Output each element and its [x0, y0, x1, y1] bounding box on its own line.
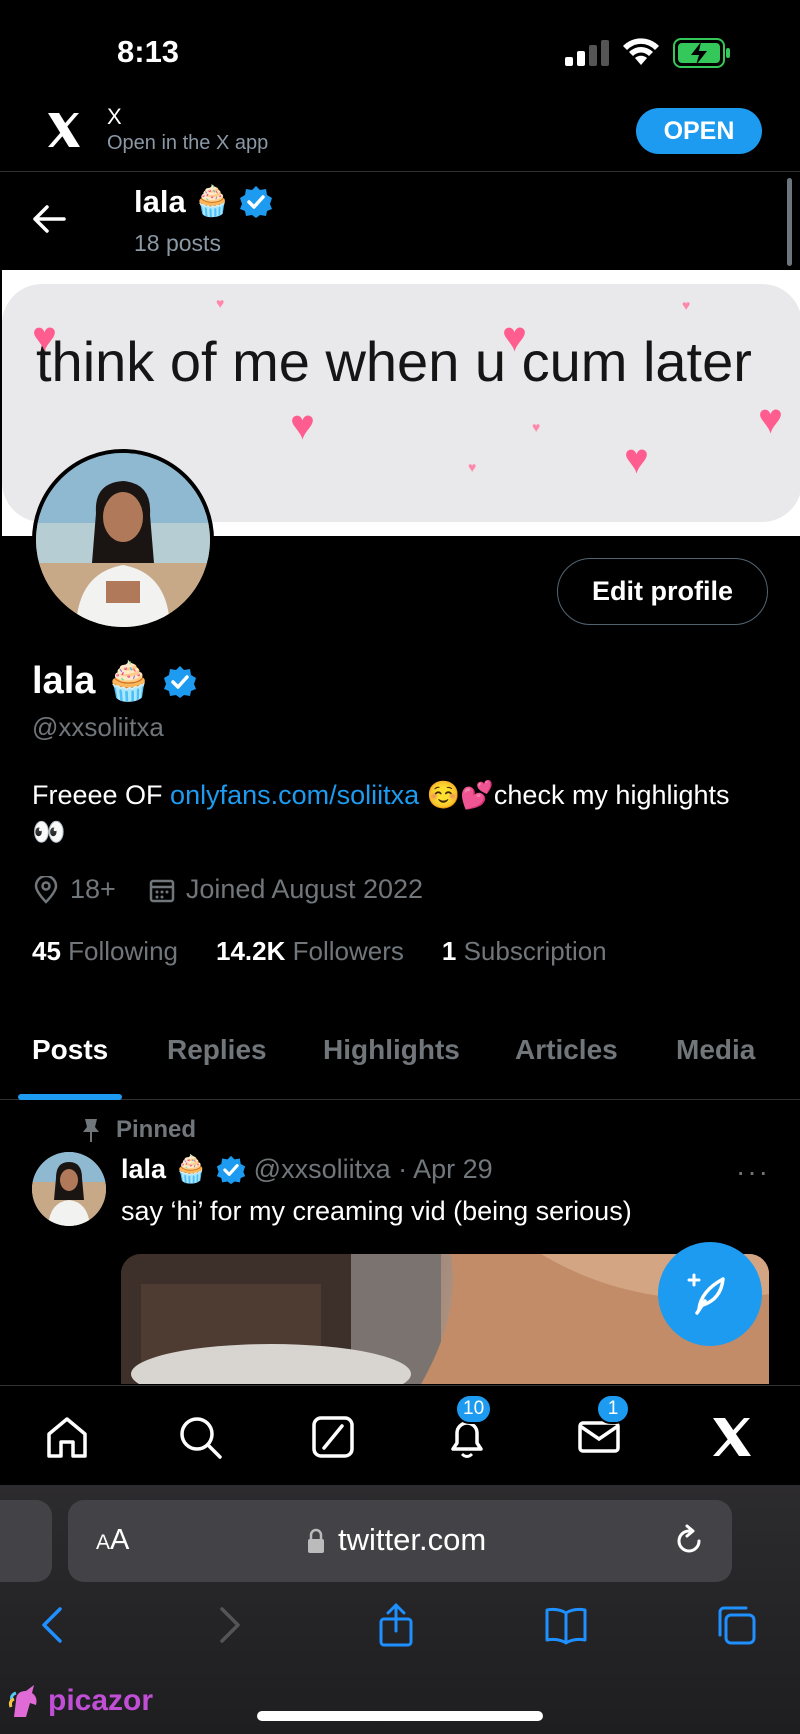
- profile-joined-date: Joined August 2022: [185, 874, 424, 904]
- profile-top-bar: lala 🧁 18 posts: [0, 172, 800, 270]
- tab-replies[interactable]: Replies: [167, 1034, 267, 1066]
- heart-icon: ♥: [682, 297, 691, 313]
- header-name-row: lala 🧁: [134, 184, 273, 220]
- x-premium-icon[interactable]: [709, 1414, 755, 1460]
- bio-text: check my highlights: [493, 780, 730, 810]
- location-pin-icon: [34, 875, 58, 904]
- post-more-options-icon[interactable]: ···: [736, 1156, 770, 1188]
- battery-charging-icon: [673, 38, 730, 68]
- open-app-button[interactable]: OPEN: [636, 108, 762, 154]
- post-author-avatar[interactable]: [32, 1152, 106, 1226]
- home-icon[interactable]: [44, 1414, 90, 1460]
- reader-settings-button[interactable]: AA: [96, 1524, 129, 1557]
- back-chevron-icon[interactable]: [32, 1603, 76, 1647]
- reload-icon[interactable]: [672, 1524, 706, 1558]
- edit-profile-button[interactable]: Edit profile: [557, 558, 768, 625]
- back-arrow-icon[interactable]: [32, 204, 66, 234]
- verified-badge-icon[interactable]: [163, 665, 197, 699]
- compose-post-button[interactable]: [658, 1242, 762, 1346]
- tab-posts[interactable]: Posts: [32, 1034, 108, 1066]
- home-indicator[interactable]: [257, 1711, 543, 1721]
- profile-location: 18+: [70, 874, 116, 904]
- subscriptions-link[interactable]: 1 Subscription: [442, 936, 607, 967]
- verified-badge-icon: [240, 186, 273, 218]
- cupcake-emoji-icon: 🧁: [105, 660, 153, 703]
- watermark-text: picazor: [48, 1684, 154, 1717]
- header-post-count: 18 posts: [134, 230, 221, 256]
- heart-icon: ♥: [758, 395, 783, 442]
- heart-icon: ♥: [468, 459, 477, 475]
- post-handle-date: @xxsoliitxa · Apr 29: [253, 1154, 493, 1184]
- grok-icon[interactable]: [310, 1414, 356, 1460]
- notifications-badge: 10: [455, 1394, 493, 1424]
- tabs-icon[interactable]: [714, 1603, 758, 1647]
- avatar-photo: [36, 453, 210, 627]
- status-time: 8:13: [117, 34, 180, 69]
- post-header: lala 🧁 @xxsoliitxa · Apr 29: [121, 1154, 493, 1185]
- x-logo-icon: [48, 113, 80, 147]
- tab-articles[interactable]: Articles: [515, 1034, 618, 1066]
- heart-icon: ♥: [532, 419, 541, 435]
- wifi-icon: [623, 38, 659, 65]
- watermark: picazor: [8, 1683, 153, 1719]
- pinned-label-row: Pinned: [80, 1116, 196, 1144]
- avatar-photo: [32, 1152, 106, 1226]
- heart-icon: ♥: [32, 313, 57, 360]
- tab-highlights[interactable]: Highlights: [323, 1034, 460, 1066]
- profile-avatar[interactable]: [32, 449, 214, 631]
- followers-link[interactable]: 14.2K Followers: [216, 936, 404, 967]
- bottom-navigation: 10 1: [0, 1385, 800, 1485]
- address-bar[interactable]: AA twitter.com: [68, 1500, 732, 1582]
- forward-chevron-icon[interactable]: [206, 1603, 250, 1647]
- bio-text: Freeee OF: [32, 780, 171, 810]
- open-in-app-banner: X Open in the X app OPEN: [0, 100, 800, 172]
- header-name: lala: [134, 184, 186, 219]
- status-bar: 8:13: [0, 0, 800, 100]
- cupcake-emoji-icon: 🧁: [174, 1154, 208, 1184]
- banner-app-name: X: [107, 104, 122, 129]
- scrollbar[interactable]: [787, 178, 792, 266]
- compose-feather-icon: [687, 1273, 725, 1315]
- url-text: twitter.com: [338, 1522, 487, 1557]
- search-icon[interactable]: [177, 1414, 223, 1460]
- active-tab-indicator: [18, 1094, 122, 1100]
- bio-link[interactable]: onlyfans.com/soliitxa: [170, 780, 419, 810]
- banner-subtitle: Open in the X app: [107, 132, 269, 154]
- profile-handle: @xxsoliitxa: [32, 712, 164, 742]
- pinned-label: Pinned: [116, 1116, 197, 1143]
- heart-icon: ♥: [290, 401, 315, 448]
- verified-badge-icon: [216, 1155, 245, 1184]
- following-link[interactable]: 45 Following: [32, 936, 178, 967]
- banner-caption: think of me when u cum later: [36, 330, 752, 393]
- eyes-emoji-icon: 👀: [32, 817, 66, 847]
- profile-meta: 18+ Joined August 2022: [32, 874, 423, 905]
- profile-tabs: Posts Replies Highlights Articles Media: [0, 1020, 800, 1100]
- bookmarks-icon[interactable]: [544, 1603, 588, 1647]
- share-icon[interactable]: [374, 1603, 418, 1647]
- tab-media[interactable]: Media: [676, 1034, 755, 1066]
- profile-name-row: lala 🧁: [32, 660, 197, 703]
- messages-badge: 1: [596, 1394, 630, 1424]
- profile-bio: Freeee OF onlyfans.com/soliitxa ☺️💕check…: [32, 777, 732, 851]
- cellular-signal-icon: [565, 40, 609, 66]
- unicorn-logo-icon: [8, 1685, 37, 1717]
- follow-counts: 45 Following 14.2K Followers 1 Subscript…: [32, 936, 645, 967]
- heart-icon: ♥: [502, 313, 527, 360]
- post-author-name[interactable]: lala: [121, 1154, 166, 1185]
- post-text: say ‘hi’ for my creaming vid (being seri…: [121, 1196, 632, 1226]
- cupcake-emoji-icon: 🧁: [193, 185, 232, 218]
- bio-emoji: ☺️💕: [419, 780, 494, 810]
- heart-icon: ♥: [624, 435, 649, 482]
- pin-icon: [83, 1119, 99, 1142]
- profile-display-name: lala: [32, 660, 96, 702]
- previous-tab-preview[interactable]: [0, 1500, 52, 1582]
- calendar-icon: [149, 879, 175, 902]
- heart-icon: ♥: [216, 295, 225, 311]
- lock-icon: [308, 1528, 324, 1553]
